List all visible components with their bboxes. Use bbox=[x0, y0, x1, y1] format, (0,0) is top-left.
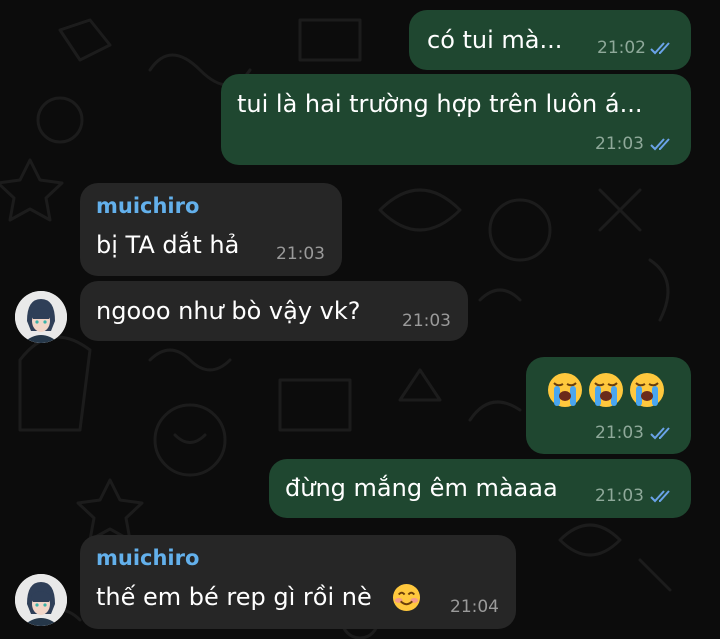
message-text: bị TA dắt hả bbox=[96, 231, 240, 259]
read-ticks-icon bbox=[650, 42, 670, 55]
message-time: 21:03 bbox=[595, 423, 644, 443]
loudly-crying-face-icon bbox=[548, 373, 582, 407]
message-bubble-incoming[interactable]: muichiro thế em bé rep gì rồi nè 21:04 bbox=[80, 535, 516, 629]
loudly-crying-face-icon bbox=[630, 373, 664, 407]
message-text: có tui mà... bbox=[427, 26, 563, 54]
message-text: tui là hai trường hợp trên luôn á... bbox=[237, 90, 643, 118]
muichiro-avatar[interactable] bbox=[15, 574, 67, 626]
emoji-row bbox=[546, 371, 666, 409]
message-time: 21:03 bbox=[402, 311, 451, 331]
smiling-face-with-smiling-eyes-icon bbox=[392, 583, 421, 612]
sender-name[interactable]: muichiro bbox=[96, 194, 199, 218]
read-ticks-icon bbox=[650, 427, 670, 440]
message-time: 21:04 bbox=[450, 597, 499, 617]
loudly-crying-face-icon bbox=[589, 373, 623, 407]
muichiro-avatar[interactable] bbox=[15, 291, 67, 343]
message-bubble-outgoing[interactable]: tui là hai trường hợp trên luôn á... 21:… bbox=[221, 74, 691, 165]
sender-name[interactable]: muichiro bbox=[96, 546, 199, 570]
message-time: 21:02 bbox=[597, 38, 646, 58]
message-text: đừng mắng êm màaaa bbox=[285, 474, 558, 502]
message-bubble-outgoing[interactable]: có tui mà... 21:02 bbox=[409, 10, 691, 70]
message-bubble-outgoing[interactable]: đừng mắng êm màaaa 21:03 bbox=[269, 459, 691, 518]
read-ticks-icon bbox=[650, 490, 670, 503]
message-bubble-outgoing[interactable]: 21:03 bbox=[526, 357, 691, 454]
read-ticks-icon bbox=[650, 138, 670, 151]
message-time: 21:03 bbox=[276, 244, 325, 264]
message-time: 21:03 bbox=[595, 134, 644, 154]
message-text: ngooo như bò vậy vk? bbox=[96, 297, 361, 325]
message-bubble-incoming[interactable]: ngooo như bò vậy vk? 21:03 bbox=[80, 281, 468, 341]
message-text: thế em bé rep gì rồi nè bbox=[96, 583, 372, 611]
message-bubble-incoming[interactable]: muichiro bị TA dắt hả 21:03 bbox=[80, 183, 342, 276]
message-time: 21:03 bbox=[595, 486, 644, 506]
